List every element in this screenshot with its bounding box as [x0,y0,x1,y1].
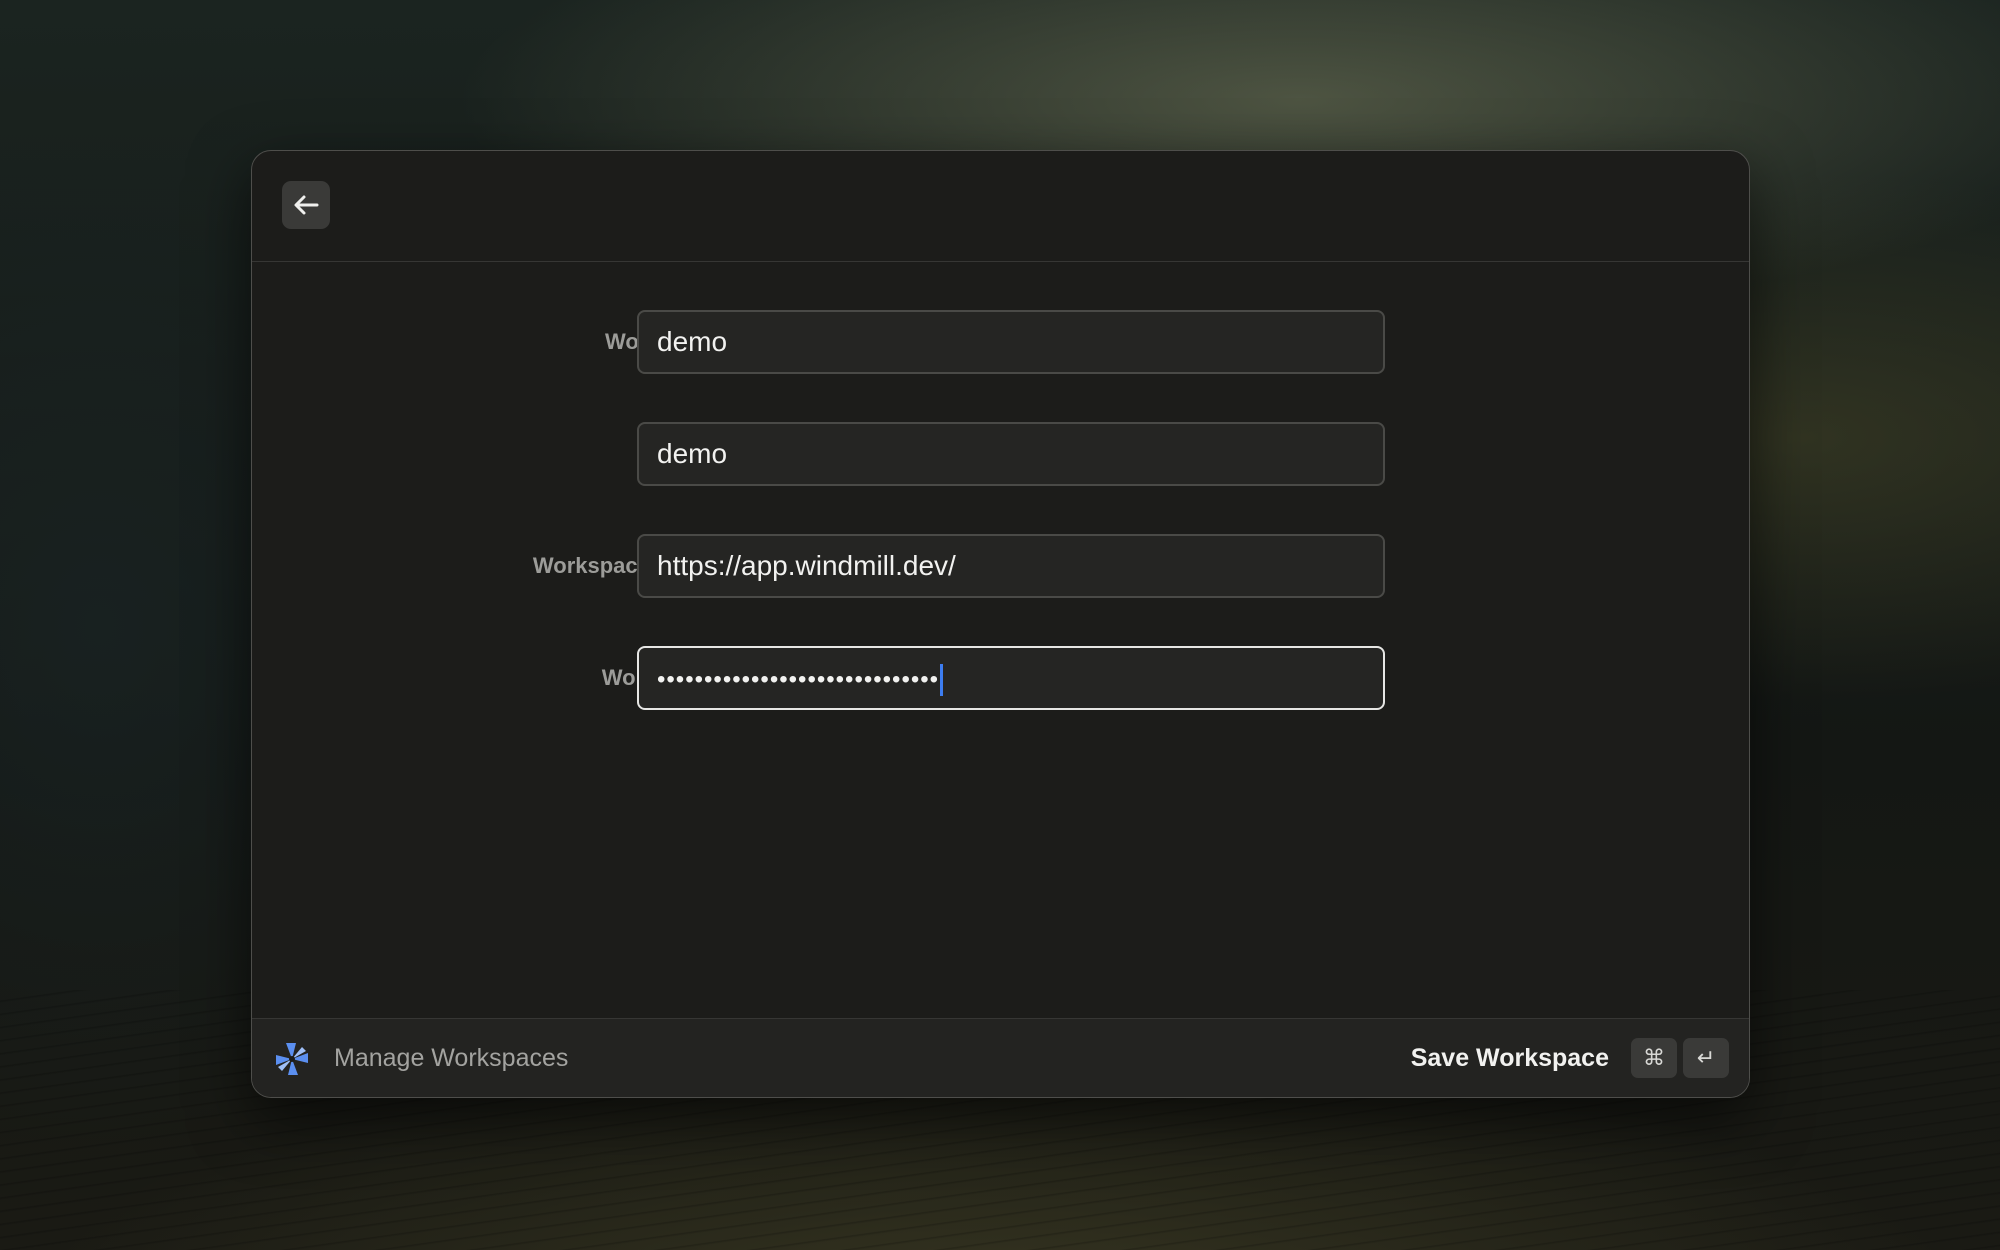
desktop-background: Workspace Name demo Workspace Id demo Wo… [0,0,2000,1250]
back-button[interactable] [282,181,330,229]
text-caret [940,663,944,696]
arrow-left-icon [294,195,319,215]
command-key-icon: ⌘ [1631,1038,1677,1078]
workspace-token-value: •••••••••••••••••••••••••••••• [657,666,940,693]
windmill-logo-icon [276,1043,308,1075]
workspace-form-window: Workspace Name demo Workspace Id demo Wo… [251,150,1750,1098]
window-footer: Manage Workspaces Save Workspace ⌘ ↵ [252,1018,1749,1097]
form-row-workspace-id: Workspace Id demo [252,422,1385,486]
workspace-id-input[interactable]: demo [637,422,1385,486]
window-header [252,151,1749,262]
save-workspace-button[interactable]: Save Workspace [1411,1019,1609,1097]
form-row-workspace-remote-url: Workspace Remote URL https://app.windmil… [252,534,1385,598]
workspace-name-input[interactable]: demo [637,310,1385,374]
form-row-workspace-token: Workspace Token ••••••••••••••••••••••••… [252,646,1385,710]
workspace-token-input[interactable]: •••••••••••••••••••••••••••••• [637,646,1385,710]
return-key-icon: ↵ [1683,1038,1729,1078]
workspace-remote-url-input[interactable]: https://app.windmill.dev/ [637,534,1385,598]
form-row-workspace-name: Workspace Name demo [252,310,1385,374]
footer-title: Manage Workspaces [334,1044,569,1072]
